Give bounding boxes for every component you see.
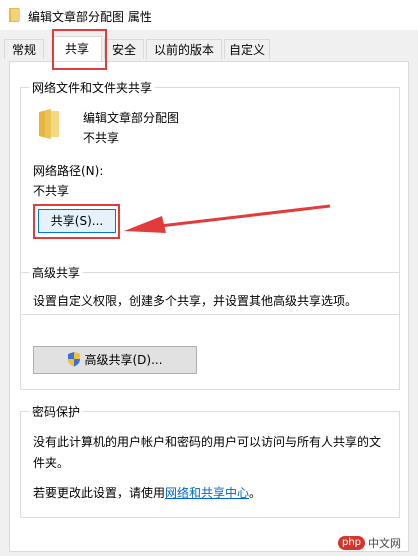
change-setting-prefix: 若要更改此设置，请使用 [33,486,166,500]
tab-previous-versions[interactable]: 以前的版本 [146,39,222,59]
folder-icon [39,109,59,139]
shield-icon [68,352,81,367]
tab-general[interactable]: 常规 [4,39,44,59]
password-protection-text-line1: 没有此计算机的用户帐户和密码的用户可以访问与所有人共享的文 [33,435,382,449]
title-bar: 编辑文章部分配图 属性 [0,0,418,30]
folder-icon [9,8,20,22]
window-title: 编辑文章部分配图 属性 [28,10,152,24]
network-share-title: 网络文件和文件夹共享 [29,79,156,96]
content-panel: 网络文件和文件夹共享 编辑文章部分配图 不共享 网络路径(N): 不共享 共享(… [9,61,409,552]
watermark-text: 中文网 [368,537,402,550]
tab-security[interactable]: 安全 [104,39,144,59]
password-protection-title: 密码保护 [29,403,84,420]
watermark-logo: php 中文网 [338,535,401,551]
network-path-label: 网络路径(N): [33,164,104,178]
password-protection-group: 密码保护 [20,403,400,518]
change-setting-text: 若要更改此设置，请使用网络和共享中心。 [33,484,261,501]
change-setting-suffix: 。 [249,486,262,500]
tab-customize[interactable]: 自定义 [224,39,270,59]
annotation-arrow-icon [124,204,331,233]
folder-name: 编辑文章部分配图 [83,111,180,125]
network-path-value: 不共享 [33,184,70,198]
password-protection-text-line2: 件夹。 [33,456,70,470]
advanced-share-title: 高级共享 [29,264,84,281]
advanced-share-description: 设置自定义权限，创建多个共享，并设置其他高级共享选项。 [33,294,358,308]
advanced-share-button[interactable]: 高级共享(D)... [33,346,197,374]
folder-share-status: 不共享 [83,131,120,145]
network-sharing-center-link[interactable]: 网络和共享中心 [165,486,249,500]
advanced-share-button-label: 高级共享(D)... [84,353,163,367]
watermark-badge: php [338,536,366,550]
share-button-highlight [33,204,120,239]
share-tab-highlight [52,29,107,70]
